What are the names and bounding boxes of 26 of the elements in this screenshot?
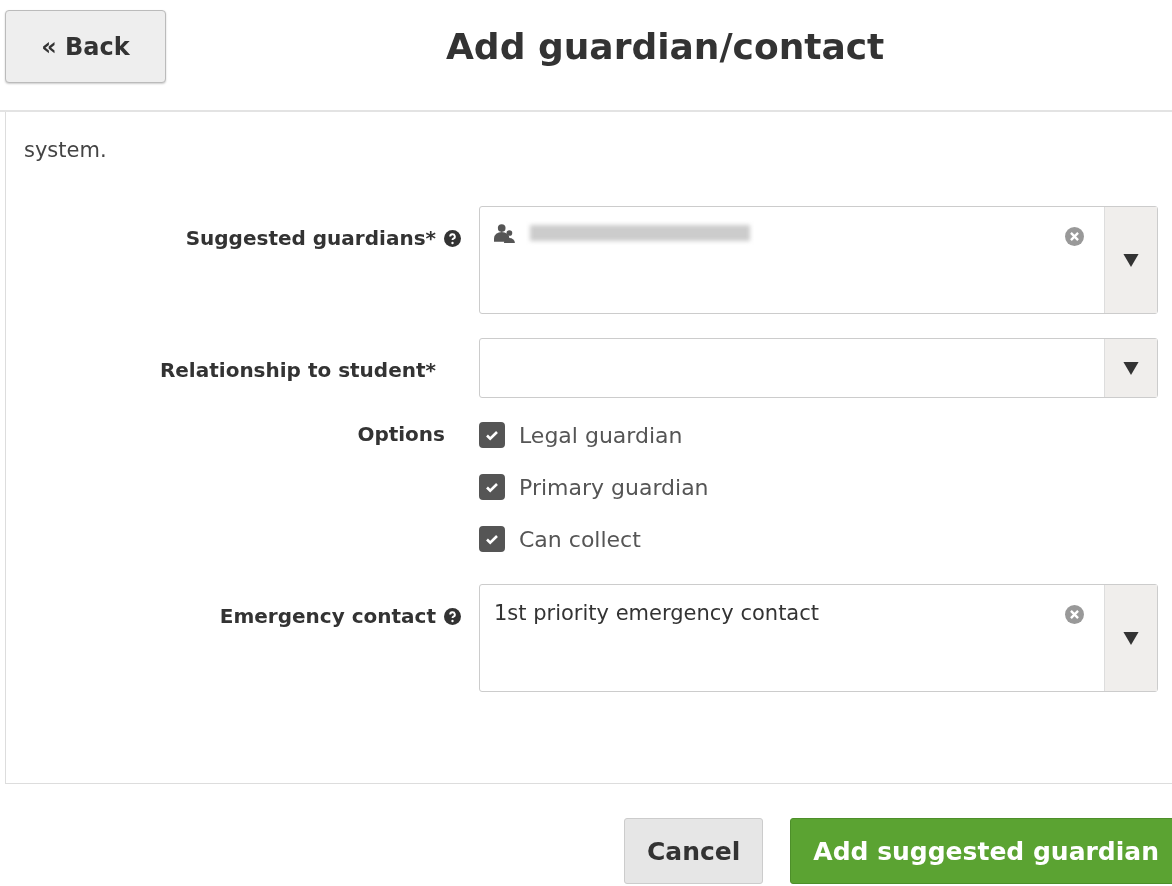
checkbox[interactable]: [479, 422, 505, 448]
intro-text: system.: [24, 138, 107, 162]
field-label: Options: [357, 422, 445, 446]
checkbox-option[interactable]: Can collect: [479, 526, 709, 552]
help-icon[interactable]: [444, 229, 461, 247]
page-title: Add guardian/contact: [446, 26, 885, 67]
checkbox[interactable]: [479, 526, 505, 552]
select-value: 1st priority emergency contact: [494, 601, 820, 625]
checkbox-option[interactable]: Primary guardian: [479, 474, 709, 500]
clear-icon[interactable]: [1065, 227, 1084, 246]
select-field[interactable]: [479, 338, 1158, 398]
dropdown-caret-icon: [1123, 361, 1139, 375]
field-label: Relationship to student*: [159, 358, 436, 382]
dropdown-caret-icon: [1123, 631, 1139, 645]
help-icon[interactable]: [444, 607, 461, 625]
select-field[interactable]: [479, 206, 1158, 314]
field-label: Suggested guardians*: [185, 226, 436, 250]
dropdown-caret-icon: [1123, 253, 1139, 267]
cancel-button[interactable]: Cancel: [623, 818, 764, 884]
field-label: Emergency contact: [219, 604, 436, 628]
clear-icon[interactable]: [1065, 605, 1084, 624]
checkbox-option[interactable]: Legal guardian: [479, 422, 709, 448]
checkbox[interactable]: [479, 474, 505, 500]
select-field[interactable]: 1st priority emergency contact: [479, 584, 1158, 692]
people-icon: [494, 223, 516, 243]
back-button[interactable]: « Back: [5, 10, 166, 83]
